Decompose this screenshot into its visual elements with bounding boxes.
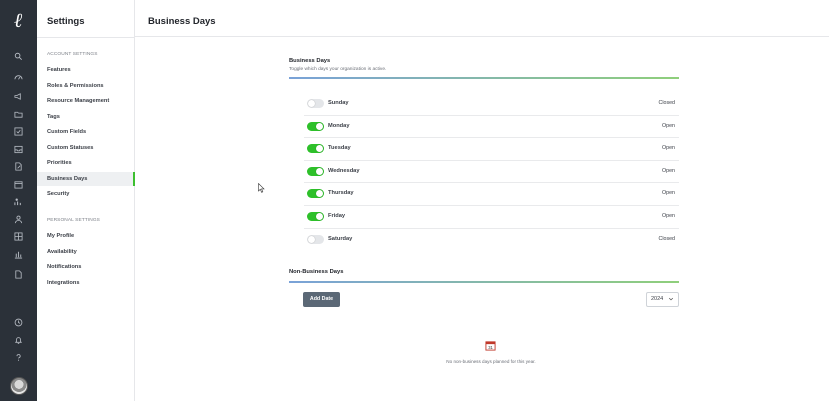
day-toggle[interactable] bbox=[307, 144, 324, 154]
top-bar: Business Days bbox=[135, 0, 829, 37]
calendar-icon[interactable] bbox=[11, 178, 26, 190]
day-toggle[interactable] bbox=[307, 211, 324, 221]
people-chart-icon[interactable] bbox=[11, 195, 26, 207]
sidebar-item-roles-permissions[interactable]: Roles & Permissions bbox=[37, 79, 134, 93]
sidebar-item-integrations[interactable]: Integrations bbox=[37, 276, 134, 290]
sidebar-item-security[interactable]: Security bbox=[37, 187, 134, 201]
day-name: Thursday bbox=[328, 190, 354, 197]
day-status: Open bbox=[662, 122, 675, 129]
inbox-icon[interactable] bbox=[11, 143, 26, 155]
section-divider bbox=[289, 281, 679, 283]
day-status: Open bbox=[662, 190, 675, 197]
day-status: Open bbox=[662, 212, 675, 219]
sidebar-item-business-days[interactable]: Business Days bbox=[37, 171, 135, 186]
business-days-subtitle: Toggle which days your organization is a… bbox=[289, 67, 387, 72]
avatar[interactable] bbox=[10, 377, 28, 395]
folder-icon[interactable] bbox=[11, 108, 26, 120]
page-title: Business Days bbox=[148, 16, 216, 27]
year-select-value: 2024 bbox=[651, 296, 664, 302]
add-date-button[interactable]: Add Date bbox=[303, 292, 340, 307]
app-logo[interactable]: ℓ bbox=[8, 8, 29, 32]
dashboard-icon[interactable] bbox=[11, 71, 26, 83]
day-row: Friday Open bbox=[304, 206, 679, 229]
day-name: Friday bbox=[328, 212, 346, 219]
day-toggle[interactable] bbox=[307, 234, 324, 244]
business-days-heading: Business Days bbox=[289, 58, 331, 64]
document-edit-icon[interactable] bbox=[11, 160, 26, 172]
day-toggle[interactable] bbox=[307, 121, 324, 131]
business-days-section: Business Days Toggle which days your org… bbox=[289, 58, 679, 244]
day-name: Tuesday bbox=[328, 145, 351, 152]
grid-icon[interactable] bbox=[11, 230, 26, 242]
personal-settings-heading: PERSONAL SETTINGS bbox=[47, 218, 100, 223]
checklist-icon[interactable] bbox=[11, 125, 26, 137]
sidebar-item-availability[interactable]: Availability bbox=[37, 245, 134, 259]
day-toggle[interactable] bbox=[307, 166, 324, 176]
day-name: Wednesday bbox=[328, 167, 360, 174]
business-days-list: Sunday Closed Monday Open Tuesday Open Wednesd… bbox=[304, 93, 679, 251]
day-status: Closed bbox=[658, 235, 676, 242]
help-icon[interactable] bbox=[11, 351, 26, 363]
day-row: Wednesday Open bbox=[304, 161, 679, 184]
calendar-icon-label: 31 bbox=[488, 345, 493, 350]
day-name: Monday bbox=[328, 122, 350, 129]
day-row: Tuesday Open bbox=[304, 138, 679, 161]
sidebar-title: Settings bbox=[47, 16, 85, 27]
sidebar-item-my-profile[interactable]: My Profile bbox=[37, 229, 134, 243]
settings-sidebar: Settings ACCOUNT SETTINGS Features Roles … bbox=[37, 0, 135, 401]
sidebar-item-features[interactable]: Features bbox=[37, 63, 134, 77]
day-status: Open bbox=[662, 167, 675, 174]
sidebar-item-tags[interactable]: Tags bbox=[37, 110, 134, 124]
megaphone-icon[interactable] bbox=[11, 90, 26, 102]
year-select[interactable]: 2024 bbox=[646, 292, 679, 307]
non-business-days-section: Non-Business Days bbox=[289, 269, 679, 283]
divider bbox=[37, 37, 135, 38]
bar-chart-icon[interactable] bbox=[11, 248, 26, 260]
day-status: Closed bbox=[658, 100, 676, 106]
account-settings-heading: ACCOUNT SETTINGS bbox=[47, 52, 98, 57]
day-name: Saturday bbox=[328, 235, 353, 242]
document-icon[interactable] bbox=[11, 268, 26, 280]
clock-icon[interactable] bbox=[11, 316, 26, 328]
day-name: Sunday bbox=[328, 100, 349, 106]
sidebar-item-custom-statuses[interactable]: Custom Statuses bbox=[37, 141, 134, 155]
day-row: Monday Open bbox=[304, 116, 679, 139]
day-row: Thursday Open bbox=[304, 183, 679, 206]
section-divider bbox=[289, 77, 679, 79]
day-toggle[interactable] bbox=[307, 189, 324, 199]
sidebar-item-priorities[interactable]: Priorities bbox=[37, 156, 134, 170]
day-status: Open bbox=[662, 145, 675, 152]
mouse-cursor-icon bbox=[258, 183, 265, 193]
app-window: ℓ Settings ACCOUNT SETTINGS Features Role… bbox=[0, 0, 829, 401]
sidebar-item-custom-fields[interactable]: Custom Fields bbox=[37, 125, 134, 139]
chevron-down-icon bbox=[668, 297, 674, 301]
sidebar-item-resource-management[interactable]: Resource Management bbox=[37, 94, 134, 108]
day-toggle[interactable] bbox=[307, 99, 324, 108]
non-business-days-heading: Non-Business Days bbox=[289, 269, 344, 275]
empty-state-message: No non-business days planned for this ye… bbox=[446, 359, 536, 364]
calendar-icon: 31 bbox=[485, 341, 496, 351]
day-row: Sunday Closed bbox=[304, 93, 679, 116]
search-icon[interactable] bbox=[11, 50, 26, 62]
bell-icon[interactable] bbox=[11, 334, 26, 346]
icon-rail: ℓ bbox=[0, 0, 37, 401]
person-icon[interactable] bbox=[11, 213, 26, 225]
day-row: Saturday Closed bbox=[304, 229, 679, 252]
sidebar-item-notifications[interactable]: Notifications bbox=[37, 260, 134, 274]
